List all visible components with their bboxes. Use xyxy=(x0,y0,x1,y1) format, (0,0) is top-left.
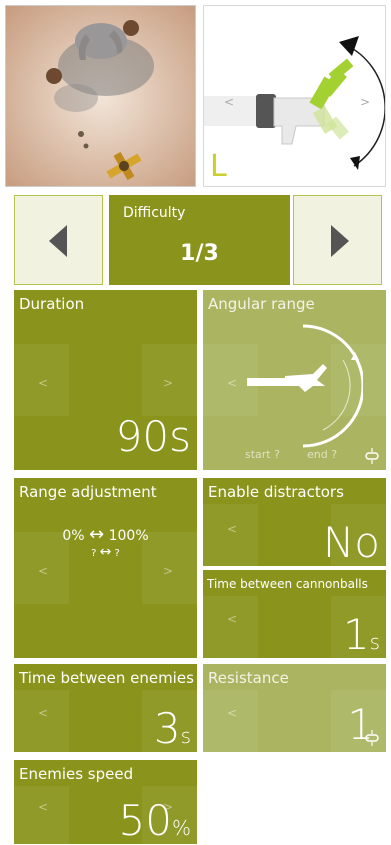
difficulty-value: 1/3 xyxy=(180,241,219,266)
cannonballs-unit: s xyxy=(369,630,380,654)
time-between-cannonballs-tile[interactable]: < Time between cannonballs 1s xyxy=(203,570,386,658)
link-broken-icon[interactable] xyxy=(364,448,380,464)
chevron-left-icon: < xyxy=(227,522,238,536)
range-to-small: ? xyxy=(114,548,120,559)
difficulty-label: Difficulty xyxy=(123,205,186,221)
range-to-value: 100% xyxy=(108,528,149,544)
enemies-speed-value: 50% xyxy=(119,800,191,842)
chevron-right-icon: > xyxy=(162,564,173,578)
enemies-speed-title: Enemies speed xyxy=(19,765,134,783)
double-arrow-icon: ↔ xyxy=(89,524,105,545)
duration-value: 90s xyxy=(115,412,191,461)
hand-side-letter: L xyxy=(210,149,227,184)
chevron-left-icon: < xyxy=(38,564,49,578)
range-adjustment-tile[interactable]: < > Range adjustment 0% ↔ 100% ? ↔ ? xyxy=(14,478,197,658)
triangle-left-icon xyxy=(49,225,67,257)
range-adjustment-small-values: ? ↔ ? xyxy=(14,544,197,560)
cannonballs-number: 1 xyxy=(342,610,370,658)
time-between-enemies-tile[interactable]: < Time between enemies 3s xyxy=(14,664,197,752)
duration-title: Duration xyxy=(19,295,85,313)
difficulty-next-button[interactable] xyxy=(293,195,382,285)
hand-illustration: < > xyxy=(204,6,385,186)
enemies-decrease-area[interactable] xyxy=(14,690,69,752)
enable-distractors-tile[interactable]: < Enable distractors No xyxy=(203,478,386,566)
time-between-enemies-title: Time between enemies xyxy=(19,669,194,687)
range-from-small: ? xyxy=(91,548,97,559)
chevron-left-icon: < xyxy=(227,612,238,626)
duration-tile[interactable]: < > Duration 90s xyxy=(14,290,197,470)
angular-range-end-label: end ? xyxy=(307,448,338,461)
game-scene xyxy=(6,6,195,186)
time-between-enemies-value: 3s xyxy=(154,708,191,750)
difficulty-prev-button[interactable] xyxy=(14,195,103,285)
game-preview-image xyxy=(5,5,196,187)
enemies-speed-number: 50 xyxy=(118,796,172,844)
enable-distractors-title: Enable distractors xyxy=(208,483,344,501)
svg-text:>: > xyxy=(360,95,370,109)
triangle-right-icon xyxy=(331,225,349,257)
enemies-speed-unit: % xyxy=(171,816,191,840)
enemies-number: 3 xyxy=(153,704,181,752)
chevron-left-icon: < xyxy=(227,706,238,720)
double-arrow-icon: ↔ xyxy=(99,544,112,560)
angular-range-hand-icon xyxy=(247,324,363,448)
enable-distractors-value: No xyxy=(322,518,380,566)
chevron-left-icon: < xyxy=(227,376,238,390)
chevron-left-icon: < xyxy=(38,706,49,720)
enemies-speed-tile[interactable]: < > Enemies speed 50% xyxy=(14,760,197,844)
chevron-left-icon: < xyxy=(38,800,49,814)
enemies-unit: s xyxy=(180,724,191,748)
angular-range-start-label: start ? xyxy=(245,448,280,461)
time-between-cannonballs-value: 1s xyxy=(343,614,380,656)
svg-text:<: < xyxy=(224,95,234,109)
range-adjustment-values: 0% ↔ 100% xyxy=(14,524,197,545)
resistance-tile[interactable]: < Resistance 1 xyxy=(203,664,386,752)
cannonballs-decrease-area[interactable] xyxy=(203,596,258,658)
angular-range-tile[interactable]: < Angular range start ? end ? xyxy=(203,290,386,470)
range-from-value: 0% xyxy=(62,528,85,544)
resistance-decrease-area[interactable] xyxy=(203,690,258,752)
link-broken-icon[interactable] xyxy=(364,730,380,746)
enemies-speed-decrease-area[interactable] xyxy=(14,786,69,844)
chevron-left-icon: < xyxy=(38,376,49,390)
chevron-right-icon: > xyxy=(162,376,173,390)
range-adjustment-title: Range adjustment xyxy=(19,483,157,501)
hand-preview-image: < > L xyxy=(203,5,386,187)
resistance-title: Resistance xyxy=(208,669,289,687)
angular-range-title: Angular range xyxy=(208,295,315,313)
time-between-cannonballs-title: Time between cannonballs xyxy=(207,577,368,591)
difficulty-panel: Difficulty 1/3 xyxy=(109,195,290,285)
